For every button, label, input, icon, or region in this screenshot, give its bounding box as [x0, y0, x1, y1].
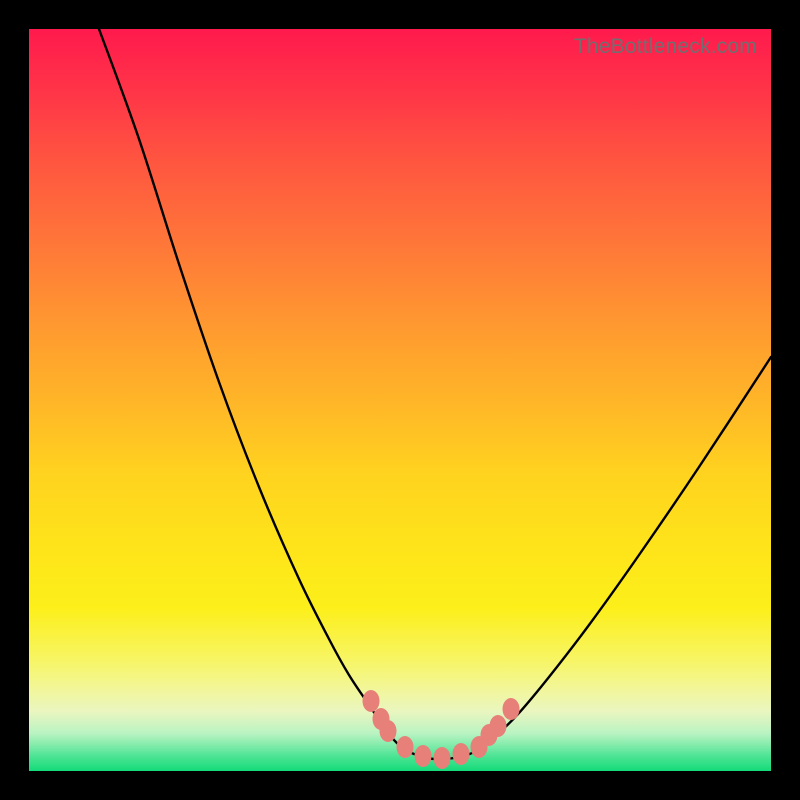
marker-group	[363, 690, 520, 769]
valley-marker	[453, 743, 470, 765]
valley-marker	[490, 715, 507, 737]
valley-marker	[415, 745, 432, 767]
valley-marker	[397, 736, 414, 758]
valley-marker	[380, 720, 397, 742]
valley-marker	[503, 698, 520, 720]
chart-svg	[29, 29, 771, 771]
chart-plot-area: TheBottleneck.com	[29, 29, 771, 771]
valley-marker	[363, 690, 380, 712]
valley-marker	[434, 747, 451, 769]
bottleneck-curve	[99, 29, 771, 759]
chart-frame: TheBottleneck.com	[0, 0, 800, 800]
